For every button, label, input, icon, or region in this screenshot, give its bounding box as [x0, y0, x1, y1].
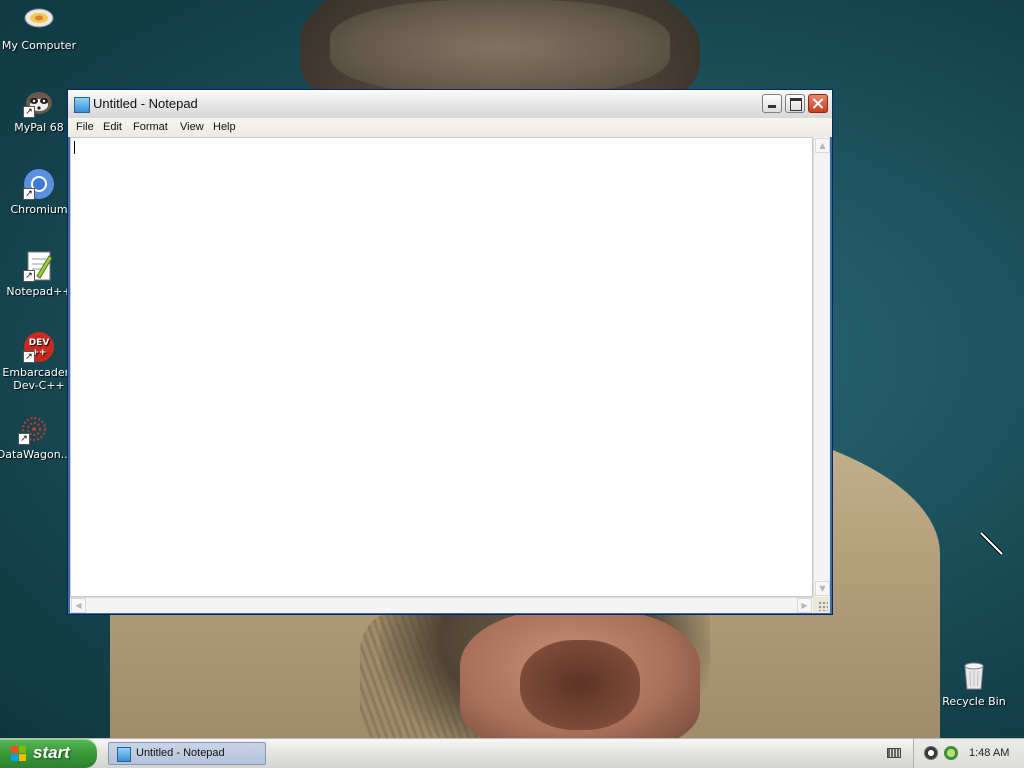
desktop-icon-label: Notepad++	[6, 285, 72, 298]
shortcut-arrow-icon: ↗	[23, 188, 35, 200]
title-bar[interactable]: Untitled - Notepad	[68, 90, 832, 118]
chromium-icon: ↗	[23, 168, 55, 200]
desktop-icon-label: MyPal 68	[14, 121, 64, 134]
window-title: Untitled - Notepad	[93, 96, 198, 111]
start-label: start	[33, 743, 70, 762]
desktop-icon-dev-cpp[interactable]: DEV ++ ↗ Embarcadero Dev-C++	[1, 331, 77, 392]
scroll-left-icon[interactable]: ◀	[71, 598, 86, 613]
system-tray: 1:48 AM	[913, 739, 1024, 768]
mouse-cursor-icon	[978, 530, 1008, 560]
desktop-icon-notepad-plus-plus[interactable]: ↗ Notepad++	[1, 250, 77, 298]
desktop-icon-label: Recycle Bin	[942, 695, 1006, 708]
desktop-icon-datawagon[interactable]: ↗ DataWagon...	[0, 413, 72, 461]
desktop-icon-label: Chromium	[10, 203, 68, 216]
keyboard-icon[interactable]	[887, 748, 901, 758]
dev-cpp-icon: DEV ++ ↗	[23, 331, 55, 363]
scroll-right-icon[interactable]: ▶	[797, 598, 812, 613]
desktop-icon-mypal[interactable]: ↗ MyPal 68	[1, 86, 77, 134]
taskbar-button-label: Untitled - Notepad	[136, 747, 225, 759]
taskbar: start Untitled - Notepad 1:48 AM	[0, 738, 1024, 768]
desktop-icon-label: My Computer	[1, 39, 77, 52]
desktop-icon-label: DataWagon...	[0, 448, 72, 461]
tray-network-icon[interactable]	[944, 746, 958, 760]
desktop: My Computer ↗ MyPal 68 ↗ Chromium ↗ Note…	[0, 0, 1024, 738]
desktop-icon-label-line1: Embarcadero	[2, 366, 76, 379]
windows-logo-icon	[11, 746, 27, 762]
notepad-icon	[117, 747, 131, 762]
wallpaper-hair-highlight	[330, 0, 670, 95]
notepad-plus-plus-icon: ↗	[23, 250, 55, 282]
notepad-window[interactable]: Untitled - Notepad File Edit Format View…	[67, 89, 833, 615]
menu-help[interactable]: Help	[213, 121, 236, 133]
dev-cpp-icon-text: DEV	[29, 338, 50, 348]
shortcut-arrow-icon: ↗	[23, 270, 35, 282]
menu-edit[interactable]: Edit	[103, 121, 122, 133]
desktop-icon-label-line2: Dev-C++	[13, 379, 65, 392]
taskbar-button-notepad[interactable]: Untitled - Notepad	[108, 742, 266, 765]
start-button[interactable]: start	[0, 739, 97, 768]
my-computer-icon	[23, 4, 55, 36]
clock[interactable]: 1:48 AM	[969, 747, 1009, 759]
notepad-icon	[74, 97, 90, 113]
close-button[interactable]	[808, 94, 828, 113]
shortcut-arrow-icon: ↗	[23, 351, 35, 363]
scroll-up-icon[interactable]: ▲	[815, 138, 830, 153]
mypal-icon: ↗	[23, 86, 55, 118]
menu-bar: File Edit Format View Help	[68, 118, 832, 137]
maximize-button[interactable]	[785, 94, 805, 113]
vertical-scrollbar[interactable]: ▲ ▼	[813, 137, 830, 597]
text-caret	[74, 141, 75, 154]
datawagon-icon: ↗	[18, 413, 50, 445]
horizontal-scrollbar[interactable]: ◀ ▶	[70, 597, 813, 613]
menu-format[interactable]: Format	[133, 121, 168, 133]
shortcut-arrow-icon: ↗	[23, 106, 35, 118]
desktop-icon-my-computer[interactable]: My Computer	[1, 4, 77, 52]
shortcut-arrow-icon: ↗	[18, 433, 30, 445]
scroll-down-icon[interactable]: ▼	[815, 581, 830, 596]
text-editor-area[interactable]	[70, 137, 813, 597]
minimize-button[interactable]	[762, 94, 782, 113]
desktop-icon-recycle-bin[interactable]: Recycle Bin	[936, 660, 1012, 708]
resize-grip-icon[interactable]	[813, 597, 830, 613]
recycle-bin-icon	[958, 660, 990, 692]
wallpaper-hands-shadow	[520, 640, 640, 730]
menu-file[interactable]: File	[76, 121, 94, 133]
tray-shield-icon[interactable]	[924, 746, 938, 760]
desktop-icon-chromium[interactable]: ↗ Chromium	[1, 168, 77, 216]
menu-view[interactable]: View	[180, 121, 204, 133]
